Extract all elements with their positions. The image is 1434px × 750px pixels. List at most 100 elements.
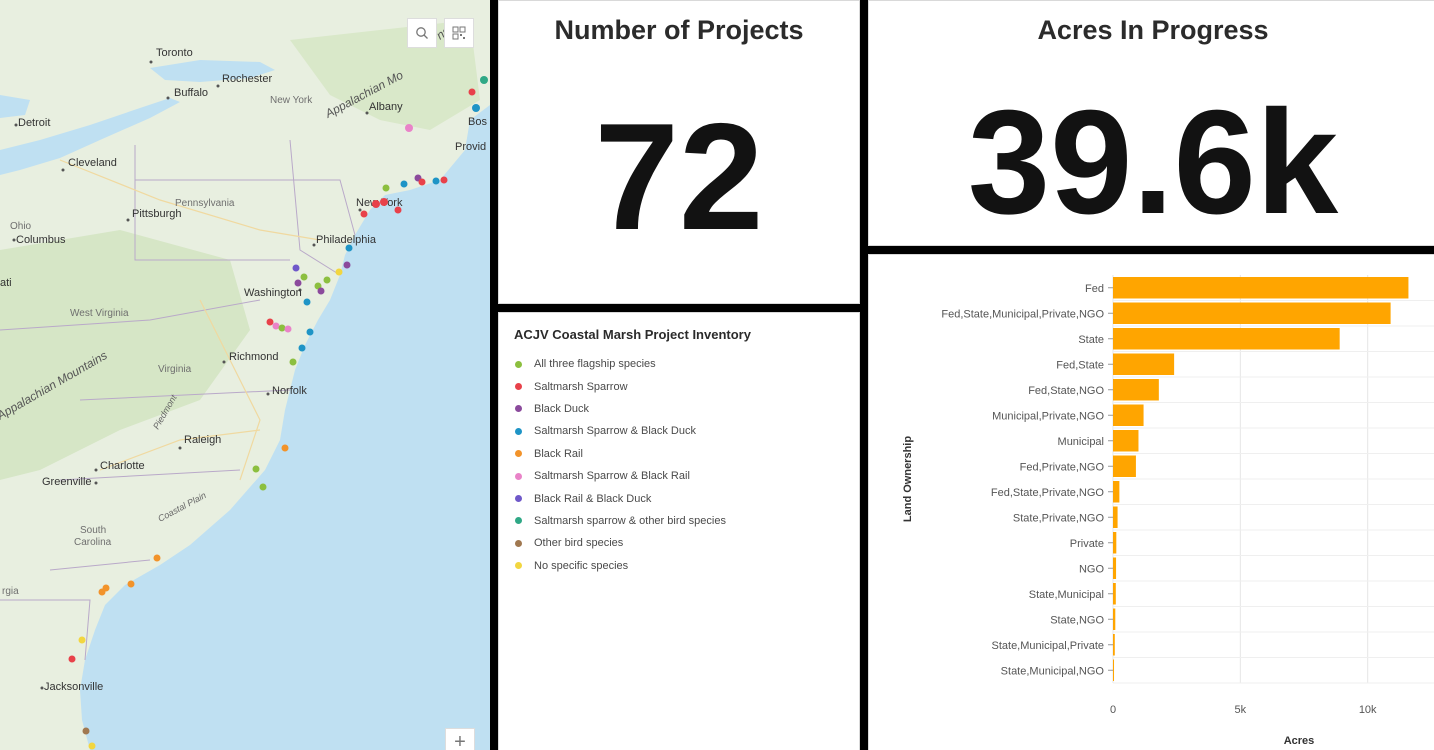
kpi-title: Number of Projects bbox=[554, 15, 804, 45]
project-marker[interactable] bbox=[78, 636, 86, 644]
city-label: Detroit bbox=[18, 117, 50, 129]
project-marker[interactable] bbox=[405, 124, 413, 132]
y-tick-label: State bbox=[1078, 334, 1104, 346]
project-marker[interactable] bbox=[278, 324, 286, 332]
city-label: Norfolk bbox=[272, 385, 307, 397]
land-ownership-bar-chart[interactable]: Fed Fed,State,Municipal,Private,NGO State F… bbox=[869, 255, 1434, 750]
project-marker[interactable] bbox=[432, 177, 440, 185]
project-marker[interactable] bbox=[82, 727, 90, 735]
zoom-in-button[interactable]: + bbox=[445, 728, 475, 750]
qr-code-button[interactable] bbox=[444, 18, 474, 48]
city-label: Albany bbox=[369, 101, 403, 113]
y-tick-label: State,Municipal,Private bbox=[992, 640, 1105, 652]
legend-swatch bbox=[515, 405, 522, 413]
project-marker[interactable] bbox=[281, 444, 289, 452]
project-marker[interactable] bbox=[153, 554, 161, 562]
bar[interactable] bbox=[1113, 634, 1115, 656]
bar[interactable] bbox=[1113, 532, 1117, 554]
legend-swatch bbox=[515, 383, 522, 391]
bar[interactable] bbox=[1113, 379, 1159, 401]
kpi-title: Acres In Progress bbox=[1037, 15, 1269, 45]
project-marker[interactable] bbox=[88, 742, 96, 750]
bar[interactable] bbox=[1113, 608, 1116, 631]
legend-label: Black Rail & Black Duck bbox=[534, 492, 652, 505]
project-marker[interactable] bbox=[335, 268, 343, 276]
bar[interactable] bbox=[1113, 277, 1409, 299]
legend-list: All three flagship species Saltmarsh Spar… bbox=[515, 353, 726, 577]
project-marker[interactable] bbox=[345, 244, 353, 252]
basemap[interactable]: Toronto Rochester Buffalo New York Alban… bbox=[0, 0, 490, 750]
city-label: Greenville bbox=[42, 476, 92, 488]
bar[interactable] bbox=[1113, 506, 1118, 529]
project-marker[interactable] bbox=[289, 358, 297, 366]
state-label: Pennsylvania bbox=[175, 198, 235, 209]
legend-item: Black Rail bbox=[515, 443, 726, 465]
legend-swatch bbox=[515, 472, 522, 480]
project-marker[interactable] bbox=[98, 588, 106, 596]
project-marker[interactable] bbox=[372, 200, 380, 208]
project-marker[interactable] bbox=[323, 276, 331, 284]
project-marker[interactable] bbox=[252, 465, 260, 473]
legend-label: No specific species bbox=[534, 559, 629, 572]
project-marker[interactable] bbox=[343, 261, 351, 269]
project-marker[interactable] bbox=[303, 298, 311, 306]
city-label: Jacksonville bbox=[44, 681, 103, 693]
bar[interactable] bbox=[1113, 430, 1139, 452]
map-view[interactable]: Toronto Rochester Buffalo New York Alban… bbox=[0, 0, 490, 750]
city-label: Raleigh bbox=[184, 434, 221, 446]
y-tick-label: Fed bbox=[1085, 283, 1104, 295]
state-label: Virginia bbox=[158, 364, 192, 375]
y-tick-label: Fed,State bbox=[1056, 359, 1104, 371]
project-marker[interactable] bbox=[294, 279, 302, 287]
project-marker[interactable] bbox=[400, 180, 408, 188]
legend-label: Saltmarsh Sparrow bbox=[534, 380, 628, 393]
bar[interactable] bbox=[1113, 659, 1115, 682]
project-marker[interactable] bbox=[259, 483, 267, 491]
project-marker[interactable] bbox=[394, 206, 402, 214]
bar[interactable] bbox=[1113, 455, 1136, 478]
project-marker[interactable] bbox=[382, 184, 390, 192]
legend-item: Black Rail & Black Duck bbox=[515, 487, 726, 509]
dashboard: Toronto Rochester Buffalo New York Alban… bbox=[0, 0, 1434, 750]
x-tick-label: 0 bbox=[1110, 704, 1116, 716]
project-marker[interactable] bbox=[360, 210, 368, 218]
project-marker[interactable] bbox=[298, 344, 306, 352]
project-marker[interactable] bbox=[272, 322, 280, 330]
bar[interactable] bbox=[1113, 404, 1144, 427]
x-axis-title: Acres bbox=[1284, 735, 1315, 747]
x-tick-label: 10k bbox=[1359, 704, 1377, 716]
x-tick-label: 5k bbox=[1235, 704, 1247, 716]
project-marker[interactable] bbox=[306, 328, 314, 336]
y-tick-label: Fed,State,Municipal,Private,NGO bbox=[941, 308, 1104, 320]
bar[interactable] bbox=[1113, 302, 1391, 325]
state-label: West Virginia bbox=[70, 308, 129, 319]
city-label: Bos bbox=[468, 116, 487, 128]
project-marker[interactable] bbox=[68, 655, 76, 663]
bar[interactable] bbox=[1113, 328, 1340, 350]
project-marker[interactable] bbox=[300, 273, 308, 281]
project-marker[interactable] bbox=[284, 325, 292, 333]
bar[interactable] bbox=[1113, 557, 1117, 580]
search-button[interactable] bbox=[407, 18, 437, 48]
project-marker[interactable] bbox=[292, 264, 300, 272]
kpi-value: 72 bbox=[594, 92, 764, 262]
legend-item: All three flagship species bbox=[515, 353, 726, 375]
project-marker[interactable] bbox=[266, 318, 274, 326]
project-marker[interactable] bbox=[472, 104, 480, 112]
project-marker[interactable] bbox=[127, 580, 135, 588]
legend-item: Saltmarsh sparrow & other bird species bbox=[515, 510, 726, 532]
project-marker[interactable] bbox=[480, 76, 488, 84]
kpi-number-of-projects: Number of Projects 72 bbox=[498, 0, 860, 304]
project-marker[interactable] bbox=[418, 178, 426, 186]
legend-title: ACJV Coastal Marsh Project Inventory bbox=[514, 327, 751, 342]
project-marker[interactable] bbox=[380, 198, 388, 206]
project-marker[interactable] bbox=[440, 176, 448, 184]
bar[interactable] bbox=[1113, 583, 1116, 605]
bar[interactable] bbox=[1113, 353, 1175, 376]
project-marker[interactable] bbox=[317, 287, 325, 295]
city-label: Philadelphia bbox=[316, 234, 377, 246]
project-marker[interactable] bbox=[468, 88, 476, 96]
y-tick-label: Fed,State,Private,NGO bbox=[991, 487, 1105, 499]
plus-icon: + bbox=[454, 730, 466, 750]
bar[interactable] bbox=[1113, 481, 1120, 503]
